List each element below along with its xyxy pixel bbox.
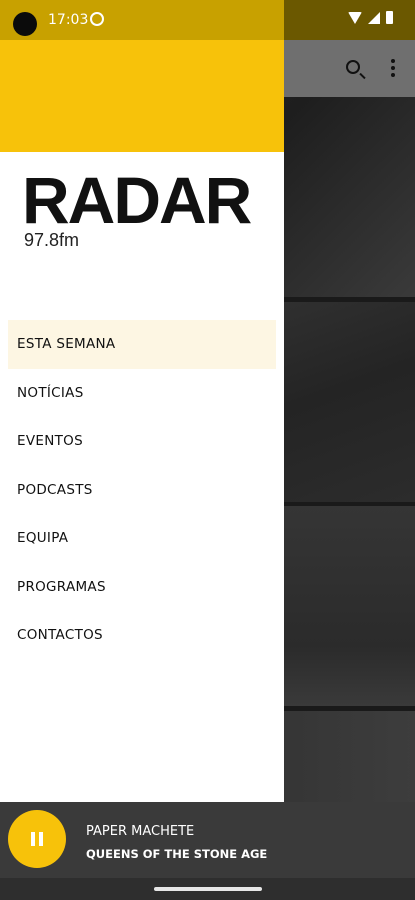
menu-item-programas[interactable]: PROGRAMAS [8,563,276,612]
wifi-icon [348,11,362,24]
logo-wordmark: RADAR [22,163,252,237]
track-artist: QUEENS OF THE STONE AGE [86,847,268,861]
signal-icon [368,11,380,24]
menu-item-eventos[interactable]: EVENTOS [8,417,276,466]
system-nav-bar [0,878,415,900]
status-time: 17:03 [48,12,89,28]
pause-icon [31,832,35,846]
home-gesture-pill[interactable] [154,887,262,891]
battery-icon [386,11,393,24]
menu-item-esta-semana[interactable]: ESTA SEMANA [8,320,276,369]
status-icons [348,11,393,24]
menu-item-contactos[interactable]: CONTACTOS [8,611,276,660]
menu-item-noticias[interactable]: NOTÍCIAS [8,369,276,418]
now-playing-bar[interactable]: PAPER MACHETE QUEENS OF THE STONE AGE [0,802,415,878]
sync-icon [90,12,104,26]
more-vert-icon[interactable] [391,59,395,77]
drawer-menu: ESTA SEMANA NOTÍCIAS EVENTOS PODCASTS EQ… [8,320,276,660]
track-title: PAPER MACHETE [86,824,195,839]
status-bar: 17:03 [0,0,415,40]
camera-cutout [13,12,37,36]
status-bar-left [0,0,284,40]
pause-icon-bar [39,832,43,846]
pause-button[interactable] [8,810,66,868]
drawer-header [0,40,284,152]
search-icon[interactable] [346,60,360,74]
menu-item-equipa[interactable]: EQUIPA [8,514,276,563]
radar-logo: RADAR 97.8fm [22,163,252,251]
menu-item-podcasts[interactable]: PODCASTS [8,466,276,515]
